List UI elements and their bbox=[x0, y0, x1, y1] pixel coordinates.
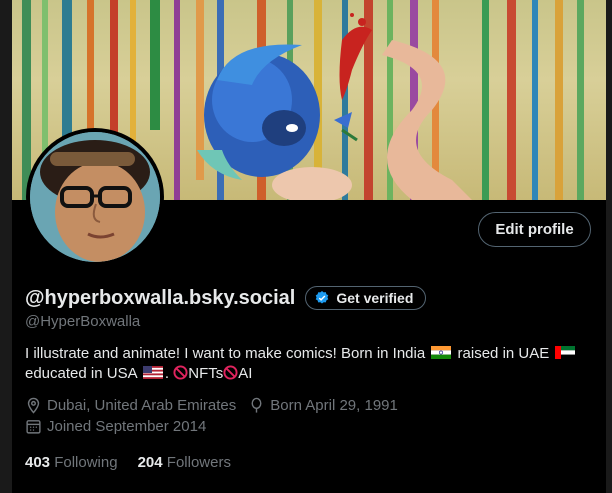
bio-ai: AI bbox=[238, 365, 253, 382]
avatar-image bbox=[30, 132, 160, 262]
india-flag-icon bbox=[431, 346, 452, 359]
bio-text-1: I illustrate and animate! I want to make… bbox=[25, 345, 426, 362]
edit-profile-label: Edit profile bbox=[495, 221, 574, 238]
right-gutter bbox=[606, 0, 612, 493]
following-link[interactable]: 403 Following bbox=[25, 454, 118, 471]
uae-flag-icon bbox=[555, 346, 576, 359]
edit-profile-button[interactable]: Edit profile bbox=[478, 212, 591, 247]
following-label: Following bbox=[54, 454, 118, 471]
get-verified-label: Get verified bbox=[336, 290, 414, 306]
birthday-item: Born April 29, 1991 bbox=[248, 397, 398, 414]
profile-meta-row: Dubai, United Arab Emirates Born April 2… bbox=[25, 397, 410, 414]
usa-flag-icon bbox=[142, 366, 163, 379]
bio-text-4: . bbox=[164, 365, 170, 382]
get-verified-button[interactable]: Get verified bbox=[305, 286, 427, 310]
joined-item: Joined September 2014 bbox=[25, 418, 206, 435]
prohibited-icon bbox=[223, 365, 238, 380]
joined-text: Joined September 2014 bbox=[47, 418, 207, 435]
calendar-icon bbox=[26, 420, 41, 434]
follow-stats: 403 Following 204 Followers bbox=[25, 454, 251, 471]
bio-text-2: raised in UAE bbox=[457, 345, 550, 362]
followers-link[interactable]: 204 Followers bbox=[138, 454, 231, 471]
bio-text-3: educated in USA bbox=[25, 365, 137, 382]
display-name: @hyperboxwalla.bsky.social bbox=[25, 286, 296, 309]
location-pin-icon bbox=[27, 397, 40, 414]
balloon-icon bbox=[251, 397, 262, 413]
profile-meta-row: Joined September 2014 bbox=[25, 418, 218, 435]
left-gutter bbox=[0, 0, 12, 493]
location-text: Dubai, United Arab Emirates bbox=[47, 397, 237, 414]
followers-count: 204 bbox=[137, 454, 163, 471]
name-row: @hyperboxwalla.bsky.social Get verified bbox=[25, 286, 427, 310]
bio: I illustrate and animate! I want to make… bbox=[25, 344, 595, 384]
following-count: 403 bbox=[25, 454, 51, 471]
birthday-text: Born April 29, 1991 bbox=[270, 397, 398, 414]
location-item: Dubai, United Arab Emirates bbox=[25, 397, 236, 414]
prohibited-icon bbox=[173, 365, 188, 380]
avatar[interactable] bbox=[26, 128, 164, 266]
followers-label: Followers bbox=[166, 454, 231, 471]
handle: @HyperBoxwalla bbox=[25, 313, 141, 330]
verified-badge-icon bbox=[316, 291, 329, 304]
bio-nfts: NFTs bbox=[188, 365, 224, 382]
